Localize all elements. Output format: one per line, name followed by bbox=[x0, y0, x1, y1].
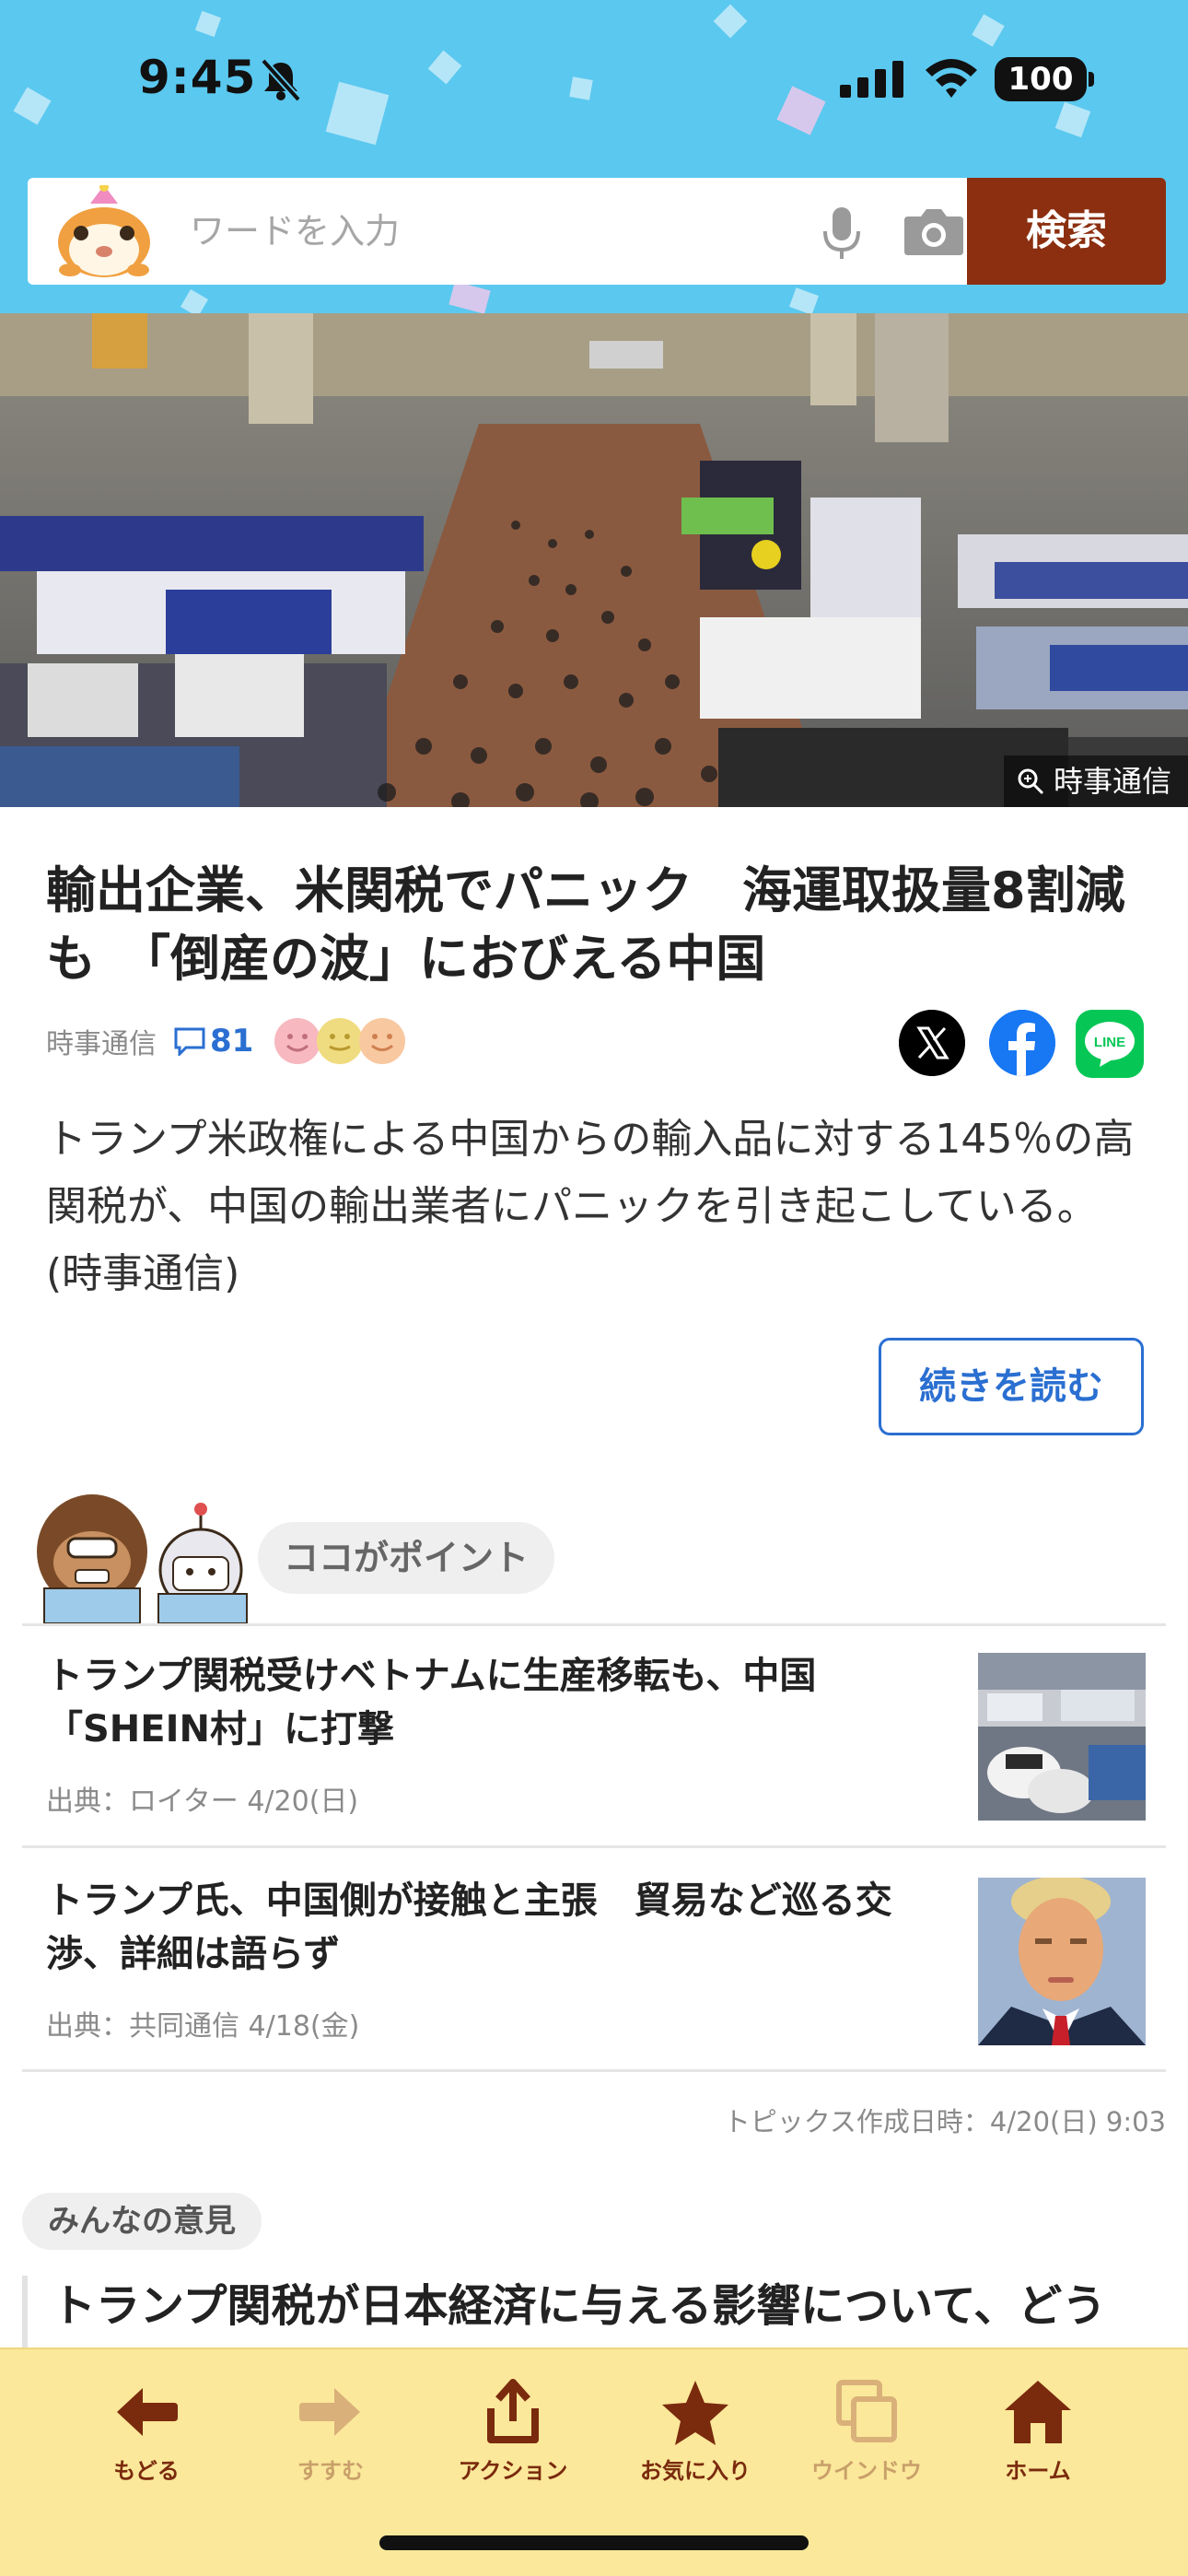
topic-item[interactable]: トランプ関税受けベトナムに生産移転も、中国「SHEIN村」に打撃 出典：ロイター… bbox=[22, 1649, 1166, 1844]
back-button[interactable]: もどる bbox=[77, 2377, 215, 2485]
app-header: 9:45 100 ワードを入力 検索 bbox=[0, 0, 1188, 313]
hero-photo[interactable]: 時事通信 bbox=[0, 313, 1188, 807]
reaction-faces[interactable] bbox=[274, 1017, 406, 1065]
comment-icon[interactable] bbox=[173, 1026, 206, 1056]
topics-created-date: トピックス作成日時：4/20(日) 9:03 bbox=[723, 2106, 1166, 2137]
action-button[interactable]: アクション bbox=[444, 2377, 582, 2485]
share-upload-icon bbox=[487, 2379, 539, 2443]
divider bbox=[22, 2069, 1166, 2072]
shein-factory-thumbnail[interactable] bbox=[978, 1653, 1146, 1821]
forward-arrow-icon bbox=[299, 2388, 360, 2436]
window-tabs-icon bbox=[836, 2380, 897, 2442]
zoom-icon bbox=[1018, 768, 1044, 795]
confetti-decoration bbox=[180, 288, 209, 313]
favorites-label: お気に入り bbox=[640, 2458, 751, 2484]
read-more-button[interactable]: 続きを読む bbox=[879, 1338, 1144, 1435]
confetti-decoration bbox=[448, 281, 491, 313]
smile-face-icon bbox=[359, 1018, 406, 1064]
forward-button[interactable]: すすむ bbox=[262, 2377, 400, 2485]
wifi-icon bbox=[926, 59, 977, 98]
topic-source: 出典：共同通信 4/18(金) bbox=[46, 2010, 360, 2043]
article-title[interactable]: 輸出企業、米関税でパニック 海運取扱量8割減も 「倒産の波」におびえる中国 bbox=[46, 857, 1151, 993]
home-indicator[interactable] bbox=[379, 2535, 809, 2550]
happy-face-icon bbox=[274, 1018, 321, 1064]
cellular-signal-icon bbox=[840, 61, 903, 98]
facebook-share-icon[interactable] bbox=[989, 1010, 1055, 1076]
back-arrow-icon bbox=[117, 2388, 178, 2436]
search-bar: 検索 bbox=[28, 178, 1166, 285]
opinion-label: みんなの意見 bbox=[22, 2193, 262, 2250]
photo-credit: 時事通信 bbox=[1003, 755, 1188, 807]
article-source: 時事通信 bbox=[46, 1028, 157, 1060]
home-label: ホーム bbox=[1005, 2458, 1071, 2484]
topic-item[interactable]: トランプ氏、中国側が接触と主張 貿易など巡る交渉、詳細は語らず 出典：共同通信 … bbox=[22, 1874, 1166, 2069]
action-label: アクション bbox=[458, 2458, 568, 2484]
window-label: ウインドウ bbox=[811, 2458, 922, 2484]
topic-title[interactable]: トランプ関税受けベトナムに生産移転も、中国「SHEIN村」に打撃 bbox=[46, 1649, 949, 1756]
comment-count[interactable]: 81 bbox=[210, 1023, 253, 1060]
window-button[interactable]: ウインドウ bbox=[798, 2377, 936, 2485]
back-label: もどる bbox=[113, 2458, 180, 2484]
topic-source: 出典：ロイター 4/20(日) bbox=[46, 1786, 359, 1818]
topic-title[interactable]: トランプ氏、中国側が接触と主張 貿易など巡る交渉、詳細は語らず bbox=[46, 1874, 949, 1981]
forward-label: すすむ bbox=[297, 2458, 364, 2484]
pui-pui-mascot-icon[interactable] bbox=[53, 185, 155, 281]
line-share-icon[interactable]: LINE bbox=[1076, 1010, 1144, 1078]
point-label: ココがポイント bbox=[258, 1522, 555, 1594]
divider bbox=[22, 1845, 1166, 1848]
home-icon bbox=[1005, 2381, 1071, 2443]
opinion-question[interactable]: トランプ関税が日本経済に与える影響について、どう bbox=[52, 2274, 1175, 2338]
home-button[interactable]: ホーム bbox=[969, 2377, 1107, 2485]
x-share-icon[interactable] bbox=[899, 1010, 965, 1076]
point-mascots-icon bbox=[37, 1494, 248, 1623]
favorites-button[interactable]: お気に入り bbox=[626, 2377, 764, 2485]
search-input[interactable] bbox=[190, 202, 788, 261]
photo-credit-text: 時事通信 bbox=[1053, 764, 1171, 799]
star-icon bbox=[662, 2381, 728, 2445]
article-meta: 時事通信 81 bbox=[46, 1013, 406, 1069]
opinion-accent-bar bbox=[22, 2276, 28, 2359]
trump-portrait-thumbnail[interactable] bbox=[978, 1878, 1146, 2045]
status-time: 9:45 bbox=[138, 51, 257, 104]
camera-icon[interactable] bbox=[903, 204, 965, 259]
bell-muted-icon bbox=[261, 58, 301, 101]
article-summary: トランプ米政権による中国からの輸入品に対する145％の高関税が、中国の輸出業者に… bbox=[46, 1116, 1135, 1297]
search-button[interactable]: 検索 bbox=[967, 178, 1166, 285]
neutral-face-icon bbox=[317, 1018, 364, 1064]
microphone-icon[interactable] bbox=[812, 204, 871, 263]
battery-indicator: 100 bbox=[995, 57, 1094, 101]
svg-text:LINE: LINE bbox=[1094, 1035, 1125, 1050]
divider bbox=[22, 1623, 1166, 1626]
confetti-decoration bbox=[789, 287, 819, 313]
trade-fair-photo bbox=[0, 313, 1188, 807]
status-bar: 9:45 100 bbox=[0, 0, 1188, 157]
